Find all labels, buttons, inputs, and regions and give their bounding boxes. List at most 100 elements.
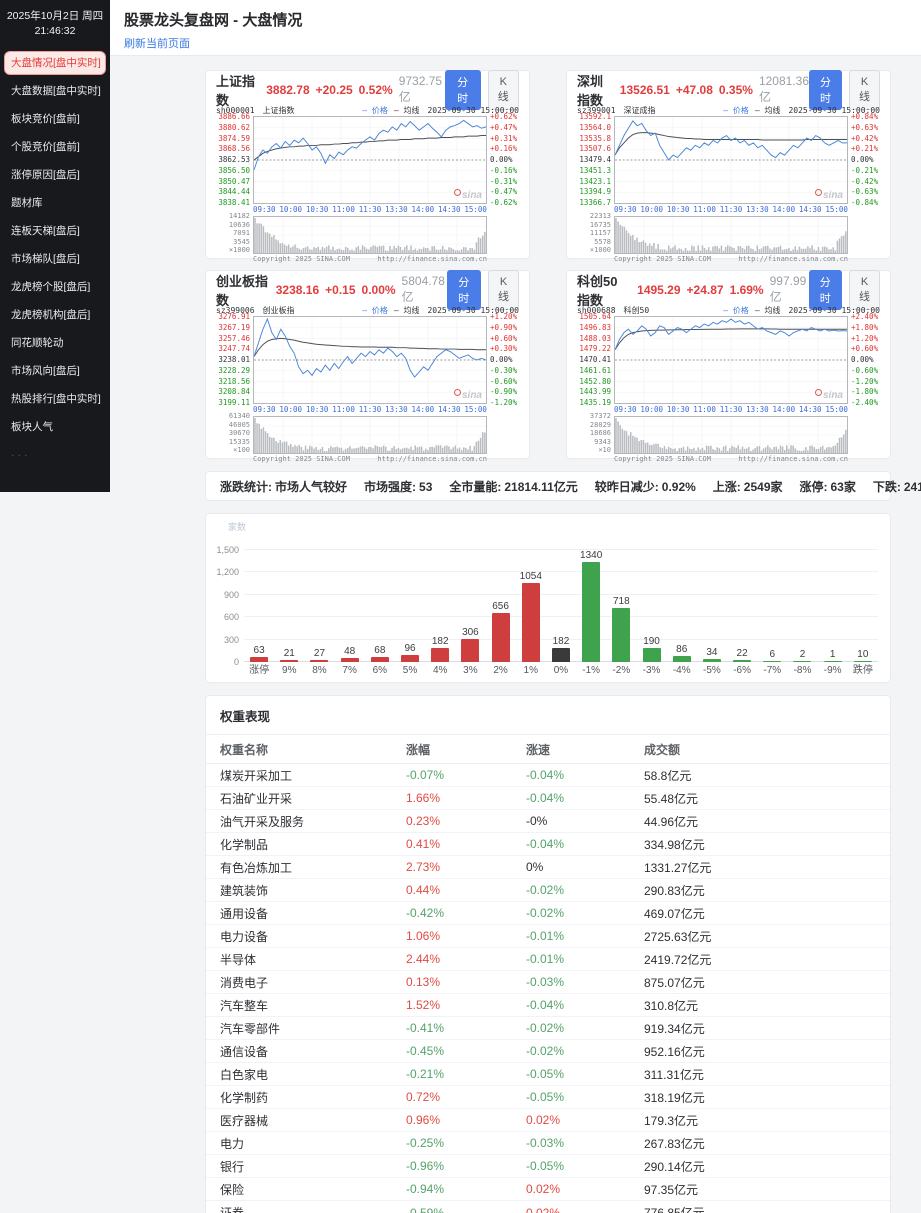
main-area: 上证指数3882.78+20.250.52%9732.75亿分时K线sh0000…: [110, 56, 921, 1213]
sidebar-item-8[interactable]: 市场梯队[盘后]: [0, 245, 110, 273]
time-tick: 11:30: [359, 205, 382, 215]
axis-tick: 13507.6: [577, 145, 611, 153]
speed-pct: -0.05%: [526, 1159, 644, 1173]
sidebar-item-more[interactable]: ···: [0, 441, 110, 469]
chart-mode-buttons: 分时K线: [809, 70, 880, 110]
legend-price: — 价格: [723, 305, 749, 316]
index-panel-header: 深圳指数13526.51+47.080.35%12081.36亿分时K线: [577, 78, 880, 101]
bar-value-label: 718: [613, 596, 630, 607]
axis-tick: 3247.74: [216, 345, 250, 353]
axis-tick: 3238.01: [216, 356, 250, 364]
kline-button[interactable]: K线: [849, 70, 880, 110]
sector-name: 石油矿业开采: [220, 790, 406, 807]
bar-value-label: 21: [284, 648, 295, 659]
axis-tick: -0.47%: [490, 188, 519, 196]
speed-pct: -0.05%: [526, 1090, 644, 1104]
axis-tick: 3267.19: [216, 324, 250, 332]
axis-tick: 3838.41: [216, 199, 250, 207]
volume-tick: 9343: [577, 439, 611, 446]
change-pct: -0.07%: [406, 768, 526, 782]
stat-value: 市场人气较好: [275, 480, 347, 494]
sidebar-item-12[interactable]: 市场风向[盘后]: [0, 357, 110, 385]
sidebar-item-5[interactable]: 涨停原因[盘后]: [0, 161, 110, 189]
axis-tick: 1443.99: [577, 388, 611, 396]
time-tick: 14:30: [799, 205, 822, 215]
timeline-button[interactable]: 分时: [809, 270, 842, 310]
weights-table-header: 权重名称涨幅涨速成交额: [206, 735, 890, 764]
volume-tick: 7091: [216, 230, 250, 237]
axis-tick: +0.62%: [490, 113, 519, 121]
sidebar-item-13[interactable]: 热股排行[盘中实时]: [0, 385, 110, 413]
refresh-page-link[interactable]: 刷新当前页面: [124, 35, 190, 51]
price-axis-left: 3886.663880.623874.593868.563862.533856.…: [216, 113, 253, 207]
table-row: 电力设备1.06%-0.01%2725.63亿元: [206, 925, 890, 948]
x-axis-tick: 6%: [373, 662, 387, 678]
time-tick: 10:30: [667, 405, 690, 415]
turnover-amount: 310.8亿元: [644, 997, 876, 1014]
axis-tick: 0.00%: [490, 156, 519, 164]
sidebar-item-11[interactable]: 同花顺轮动: [0, 329, 110, 357]
timeline-button[interactable]: 分时: [445, 70, 481, 110]
x-axis-tick: 5%: [403, 662, 417, 678]
sidebar-item-3[interactable]: 板块竞价[盘前]: [0, 105, 110, 133]
kline-button[interactable]: K线: [488, 270, 519, 310]
sidebar-item-1[interactable]: 大盘情况[盘中实时]: [4, 51, 106, 75]
time-tick: 13:30: [746, 205, 769, 215]
volume-tick: 3545: [216, 239, 250, 246]
axis-tick: 1452.80: [577, 378, 611, 386]
bar-column: 22-6%: [727, 532, 757, 678]
volume-spacer: [487, 216, 519, 254]
chart-mode-buttons: 分时K线: [447, 270, 520, 310]
sidebar-item-4[interactable]: 个股竞价[盘前]: [0, 133, 110, 161]
table-row: 证券-0.59%0.02%776.85亿元: [206, 1201, 890, 1213]
kline-button[interactable]: K线: [849, 270, 880, 310]
timeline-button[interactable]: 分时: [809, 70, 842, 110]
sidebar-item-6[interactable]: 题材库: [0, 189, 110, 217]
legend-avg: — 均线: [394, 305, 420, 316]
index-change: +47.08: [676, 83, 713, 97]
axis-tick: -0.30%: [490, 367, 519, 375]
sidebar-item-14[interactable]: 板块人气: [0, 413, 110, 441]
index-panel-header: 科创50指数1495.29+24.871.69%997.99亿分时K线: [577, 278, 880, 301]
time-tick: 13:30: [746, 405, 769, 415]
sina-watermark: sina: [815, 389, 843, 401]
volume-tick: 22313: [577, 213, 611, 220]
stat-label: 上涨:: [713, 480, 741, 494]
axis-tick: 3880.62: [216, 124, 250, 132]
price-plot: sina: [253, 316, 487, 404]
sidebar-item-7[interactable]: 连板天梯[盘后]: [0, 217, 110, 245]
column-header: 涨速: [526, 741, 644, 758]
column-header: 涨幅: [406, 741, 526, 758]
page-title: 股票龙头复盘网 - 大盘情况: [124, 9, 921, 30]
bar-column: 686%: [365, 532, 395, 678]
sidebar-item-9[interactable]: 龙虎榜个股[盘后]: [0, 273, 110, 301]
sidebar-item-2[interactable]: 大盘数据[盘中实时]: [0, 77, 110, 105]
stat-value: 2549家: [744, 480, 783, 494]
axis-tick: -0.16%: [490, 167, 519, 175]
index-change: +0.15: [325, 283, 355, 297]
bar-value-label: 2: [800, 649, 806, 660]
axis-tick: 3862.53: [216, 156, 250, 164]
axis-tick: -1.20%: [851, 378, 880, 386]
axis-tick: -0.60%: [490, 378, 519, 386]
time-axis: 09:3010:0010:3011:0011:3013:3014:0014:30…: [614, 405, 848, 415]
sector-name: 通用设备: [220, 905, 406, 922]
sidebar-item-10[interactable]: 龙虎榜机构[盘后]: [0, 301, 110, 329]
kline-button[interactable]: K线: [488, 70, 519, 110]
stat-label: 较昨日减少:: [595, 480, 659, 494]
bar-column: 6-7%: [757, 532, 787, 678]
sina-watermark: sina: [815, 189, 843, 201]
copyright-text: Copyright 2025 SINA.COM: [253, 255, 350, 263]
volume-unit: ×1000: [577, 247, 611, 254]
sidebar-date: 2025年10月2日 周四: [0, 9, 110, 24]
bar-value-label: 96: [404, 643, 415, 654]
timeline-button[interactable]: 分时: [447, 270, 482, 310]
speed-pct: -0.02%: [526, 1021, 644, 1035]
bar-value-label: 1054: [520, 571, 542, 582]
table-row: 白色家电-0.21%-0.05%311.31亿元: [206, 1063, 890, 1086]
bar: [401, 655, 419, 662]
time-tick: 14:00: [412, 205, 435, 215]
turnover-amount: 952.16亿元: [644, 1043, 876, 1060]
index-change-pct: 1.69%: [730, 283, 764, 297]
time-tick: 10:00: [279, 205, 302, 215]
